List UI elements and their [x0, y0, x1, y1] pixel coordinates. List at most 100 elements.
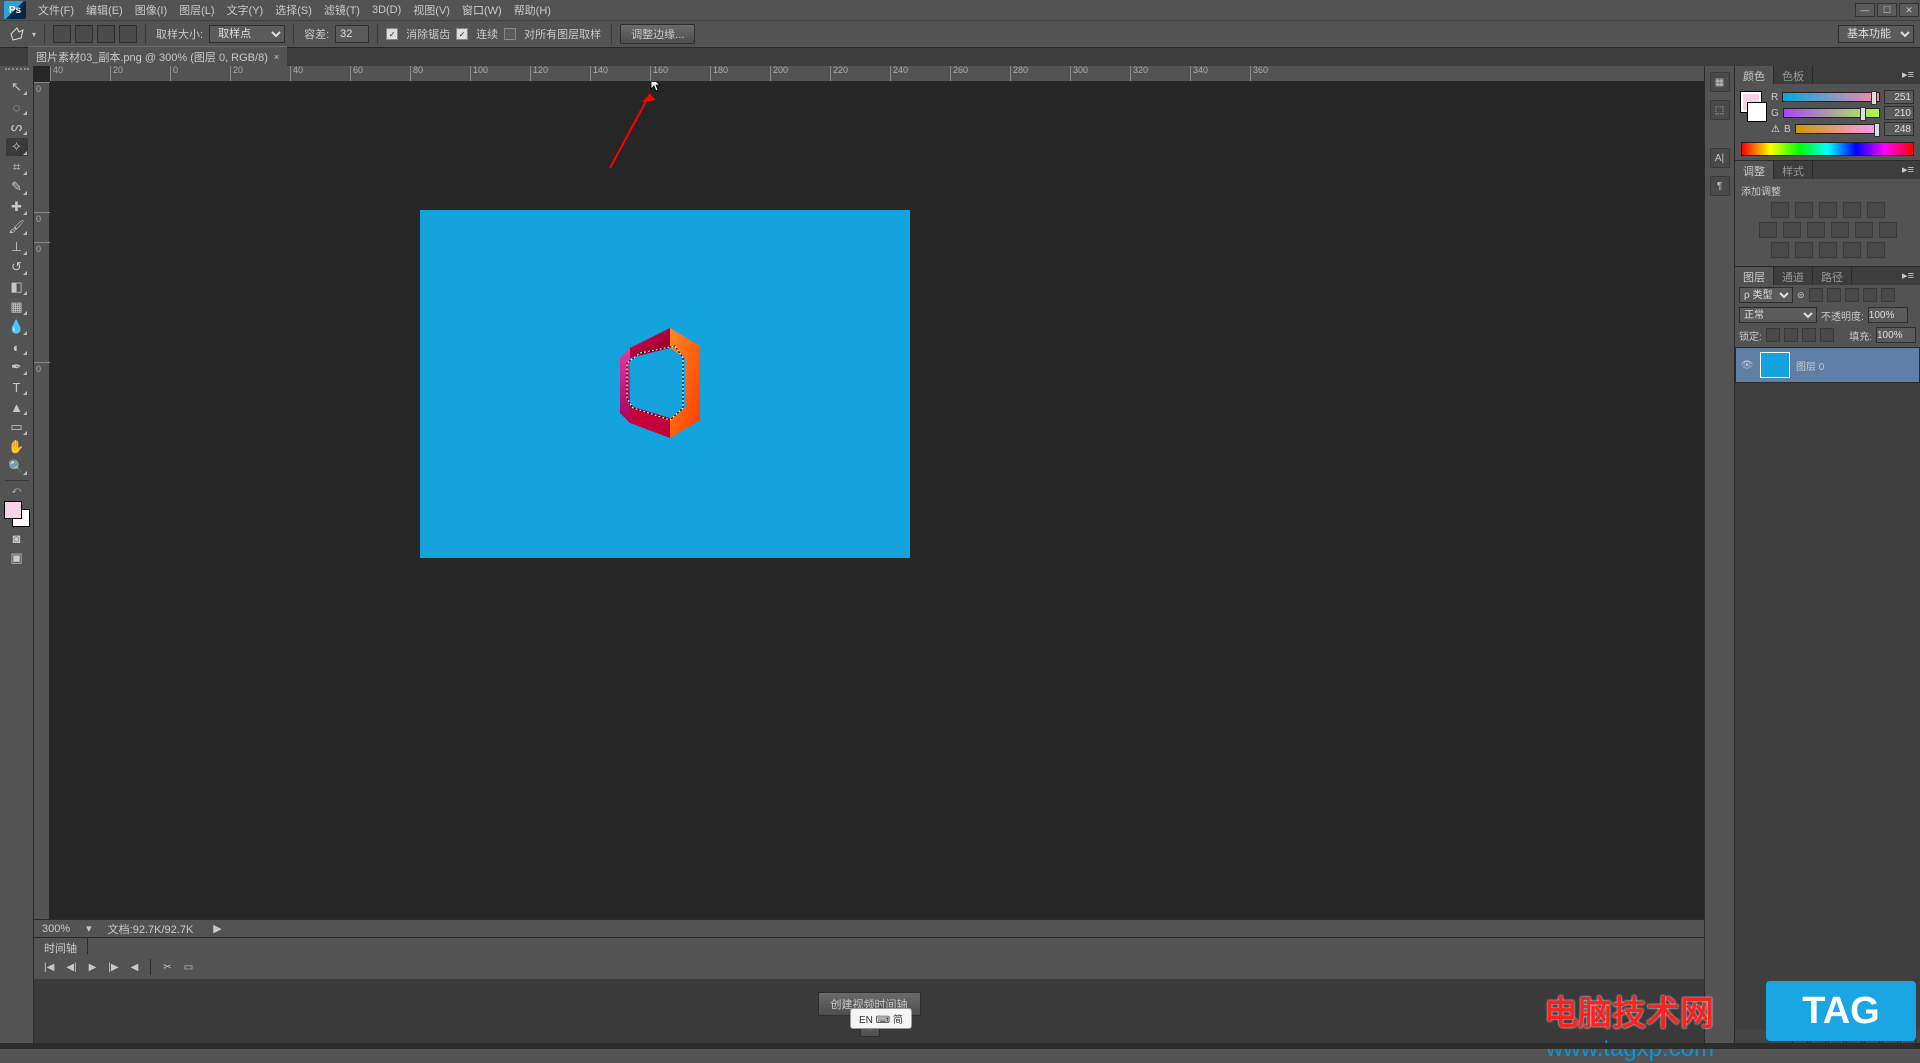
layer-filter-select[interactable]: ρ 类型 [1739, 287, 1793, 303]
opacity-input[interactable] [1868, 307, 1908, 323]
tab-paths[interactable]: 路径 [1813, 267, 1852, 285]
layer-thumbnail[interactable] [1760, 352, 1790, 378]
menu-filter[interactable]: 滤镜(T) [318, 0, 366, 20]
swap-colors-icon[interactable]: ⤺ [6, 485, 28, 495]
marquee-tool-icon[interactable]: ◌ [6, 98, 28, 116]
antialias-checkbox[interactable]: ✓ [386, 28, 398, 40]
tab-swatches[interactable]: 色板 [1774, 66, 1813, 84]
menu-layer[interactable]: 图层(L) [173, 0, 220, 20]
fill-input[interactable] [1876, 327, 1916, 343]
sample-size-select[interactable]: 取样点 [209, 25, 285, 43]
window-minimize[interactable]: — [1855, 3, 1875, 17]
selection-sub-icon[interactable] [97, 25, 115, 43]
menu-type[interactable]: 文字(Y) [221, 0, 270, 20]
lookup-icon[interactable] [1879, 222, 1897, 238]
timeline-play-icon[interactable]: ▶ [89, 962, 97, 973]
crop-tool-icon[interactable]: ⌗ [6, 158, 28, 176]
contiguous-checkbox[interactable]: ✓ [456, 28, 468, 40]
lock-pixels-icon[interactable] [1784, 328, 1798, 342]
shape-tool-icon[interactable]: ▭ [6, 418, 28, 436]
properties-panel-icon[interactable]: ⬚ [1710, 100, 1730, 120]
vibrance-icon[interactable] [1867, 202, 1885, 218]
zoom-tool-icon[interactable]: 🔍 [6, 458, 28, 476]
foreground-color-swatch[interactable] [4, 501, 22, 519]
menu-image[interactable]: 图像(I) [129, 0, 173, 20]
window-close[interactable]: ✕ [1899, 3, 1919, 17]
canvas-viewport[interactable] [50, 82, 1704, 919]
tab-layers[interactable]: 图层 [1735, 267, 1774, 285]
timeline-transition-icon[interactable]: ▭ [184, 962, 193, 973]
g-input[interactable] [1884, 106, 1914, 120]
timeline-first-icon[interactable]: |◀ [44, 962, 54, 973]
photo-filter-icon[interactable] [1831, 222, 1849, 238]
timeline-tab[interactable]: 时间轴 [34, 938, 88, 954]
menu-edit[interactable]: 编辑(E) [80, 0, 129, 20]
window-maximize[interactable]: ☐ [1877, 3, 1897, 17]
toolbox-grip[interactable] [5, 68, 29, 76]
threshold-icon[interactable] [1819, 242, 1837, 258]
filter-smart-icon[interactable] [1881, 288, 1895, 302]
b-input[interactable] [1884, 122, 1914, 136]
gradient-tool-icon[interactable]: ▦ [6, 298, 28, 316]
lock-position-icon[interactable] [1802, 328, 1816, 342]
balance-icon[interactable] [1783, 222, 1801, 238]
tab-adjust[interactable]: 调整 [1735, 161, 1774, 179]
selective-color-icon[interactable] [1867, 242, 1885, 258]
screenmode-icon[interactable]: ▣ [6, 549, 28, 567]
refine-edge-button[interactable]: 调整边缘... [620, 24, 695, 44]
stamp-tool-icon[interactable]: ⊥ [6, 238, 28, 256]
move-tool-icon[interactable]: ↖ [6, 78, 28, 96]
lock-all-icon[interactable] [1820, 328, 1834, 342]
history-panel-icon[interactable]: ▦ [1710, 72, 1730, 92]
tab-styles[interactable]: 样式 [1774, 161, 1813, 179]
quickmask-icon[interactable]: ◙ [6, 529, 28, 547]
invert-icon[interactable] [1771, 242, 1789, 258]
timeline-cut-icon[interactable]: ✂ [163, 962, 171, 973]
timeline-last-icon[interactable]: ◀ [131, 962, 139, 973]
menu-help[interactable]: 帮助(H) [508, 0, 557, 20]
lock-transparent-icon[interactable] [1766, 328, 1780, 342]
levels-icon[interactable] [1795, 202, 1813, 218]
panel-menu-icon[interactable]: ▸≡ [1896, 66, 1920, 84]
hue-icon[interactable] [1759, 222, 1777, 238]
healing-tool-icon[interactable]: ✚ [6, 198, 28, 216]
current-tool-icon[interactable] [6, 25, 28, 43]
visibility-icon[interactable]: 👁 [1740, 358, 1754, 372]
eraser-tool-icon[interactable]: ◧ [6, 278, 28, 296]
eyedropper-tool-icon[interactable]: ✎ [6, 178, 28, 196]
posterize-icon[interactable] [1795, 242, 1813, 258]
filter-pixel-icon[interactable] [1809, 288, 1823, 302]
layer-name[interactable]: 图层 0 [1796, 358, 1824, 373]
brightness-icon[interactable] [1771, 202, 1789, 218]
ruler-horizontal[interactable]: 40 20 0 20 40 60 80 100 120 140 160 180 … [50, 66, 1704, 82]
menu-view[interactable]: 视图(V) [407, 0, 456, 20]
timeline-next-icon[interactable]: |▶ [108, 962, 118, 973]
menu-select[interactable]: 选择(S) [269, 0, 318, 20]
status-arrow-icon[interactable]: ▶ [213, 922, 221, 935]
type-tool-icon[interactable]: T [6, 378, 28, 396]
tab-color[interactable]: 颜色 [1735, 66, 1774, 84]
filter-type-icon[interactable] [1845, 288, 1859, 302]
curves-icon[interactable] [1819, 202, 1837, 218]
filter-shape-icon[interactable] [1863, 288, 1877, 302]
panel-bg-swatch[interactable] [1747, 102, 1767, 122]
blend-mode-select[interactable]: 正常 [1739, 307, 1817, 323]
color-spectrum[interactable] [1741, 142, 1914, 156]
ime-indicator[interactable]: EN ⌨ 简 [850, 1008, 912, 1029]
selection-new-icon[interactable] [53, 25, 71, 43]
workspace-select[interactable]: 基本功能 [1838, 25, 1914, 43]
channel-mixer-icon[interactable] [1855, 222, 1873, 238]
tab-channels[interactable]: 通道 [1774, 267, 1813, 285]
document-tab[interactable]: 图片素材03_副本.png @ 300% (图层 0, RGB/8) × [28, 46, 287, 66]
paragraph-panel-icon[interactable]: ¶ [1710, 176, 1730, 196]
timeline-prev-icon[interactable]: ◀| [66, 962, 76, 973]
menu-window[interactable]: 窗口(W) [456, 0, 508, 20]
gradient-map-icon[interactable] [1843, 242, 1861, 258]
zoom-level[interactable]: 300% [42, 923, 70, 935]
lasso-tool-icon[interactable]: ᔕ [6, 118, 28, 136]
pen-tool-icon[interactable]: ✒ [6, 358, 28, 376]
ruler-vertical[interactable]: 0 0 0 0 [34, 82, 50, 919]
filter-adjust-icon[interactable] [1827, 288, 1841, 302]
r-input[interactable] [1884, 90, 1914, 104]
brush-tool-icon[interactable]: 🖌 [6, 218, 28, 236]
